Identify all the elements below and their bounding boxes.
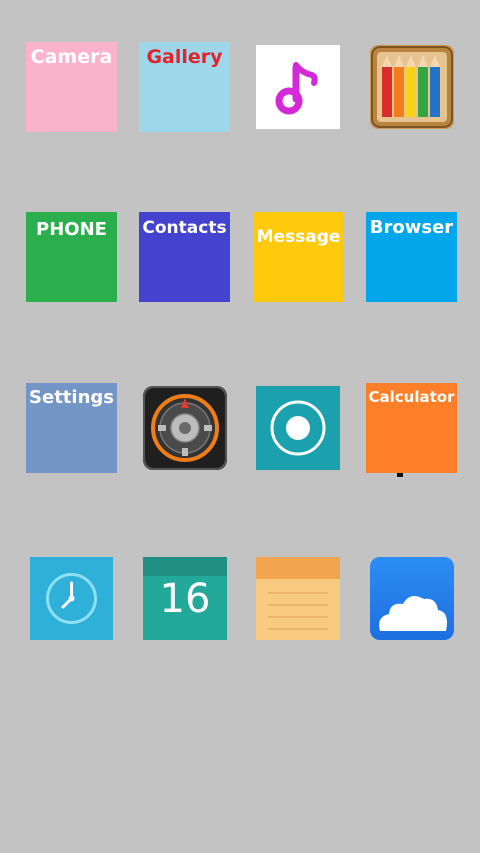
- clock-icon: [30, 557, 113, 640]
- settings-app-tile[interactable]: Settings: [26, 383, 117, 473]
- message-app-label: Message: [256, 227, 341, 247]
- cloud-app-tile[interactable]: [370, 557, 454, 640]
- compass-icon: [143, 386, 227, 470]
- browser-app-tile[interactable]: Browser: [366, 212, 457, 302]
- phone-app-label: PHONE: [36, 219, 107, 240]
- gallery-app-label: Gallery: [146, 46, 223, 68]
- record-icon: [256, 386, 340, 470]
- calculator-app-tile[interactable]: Calculator: [366, 383, 457, 473]
- drawing-app-tile[interactable]: [370, 45, 454, 129]
- calculator-app-label: Calculator: [368, 388, 455, 406]
- music-note-icon: [256, 45, 340, 129]
- settings-app-label: Settings: [29, 387, 114, 408]
- calendar-app-tile[interactable]: 16: [143, 557, 227, 640]
- cloud-icon: [370, 557, 454, 640]
- camera-app-label: Camera: [30, 46, 113, 68]
- notepad-icon: [256, 557, 340, 640]
- colored-pencils-icon: [370, 45, 454, 129]
- music-app-tile[interactable]: [256, 45, 340, 129]
- recorder-app-tile[interactable]: [256, 386, 340, 470]
- phone-app-tile[interactable]: PHONE: [26, 212, 117, 302]
- clock-app-tile[interactable]: [30, 557, 113, 640]
- contacts-app-label: Contacts: [142, 218, 227, 238]
- calendar-day-number: 16: [159, 576, 211, 622]
- browser-app-label: Browser: [369, 217, 454, 238]
- calculator-mark: [397, 473, 403, 477]
- camera-app-tile[interactable]: Camera: [26, 42, 117, 132]
- gallery-app-tile[interactable]: Gallery: [139, 42, 230, 132]
- calendar-header: [143, 557, 227, 576]
- notes-app-tile[interactable]: [256, 557, 340, 640]
- message-app-tile[interactable]: Message: [253, 212, 344, 302]
- compass-app-tile[interactable]: [143, 386, 227, 470]
- contacts-app-tile[interactable]: Contacts: [139, 212, 230, 302]
